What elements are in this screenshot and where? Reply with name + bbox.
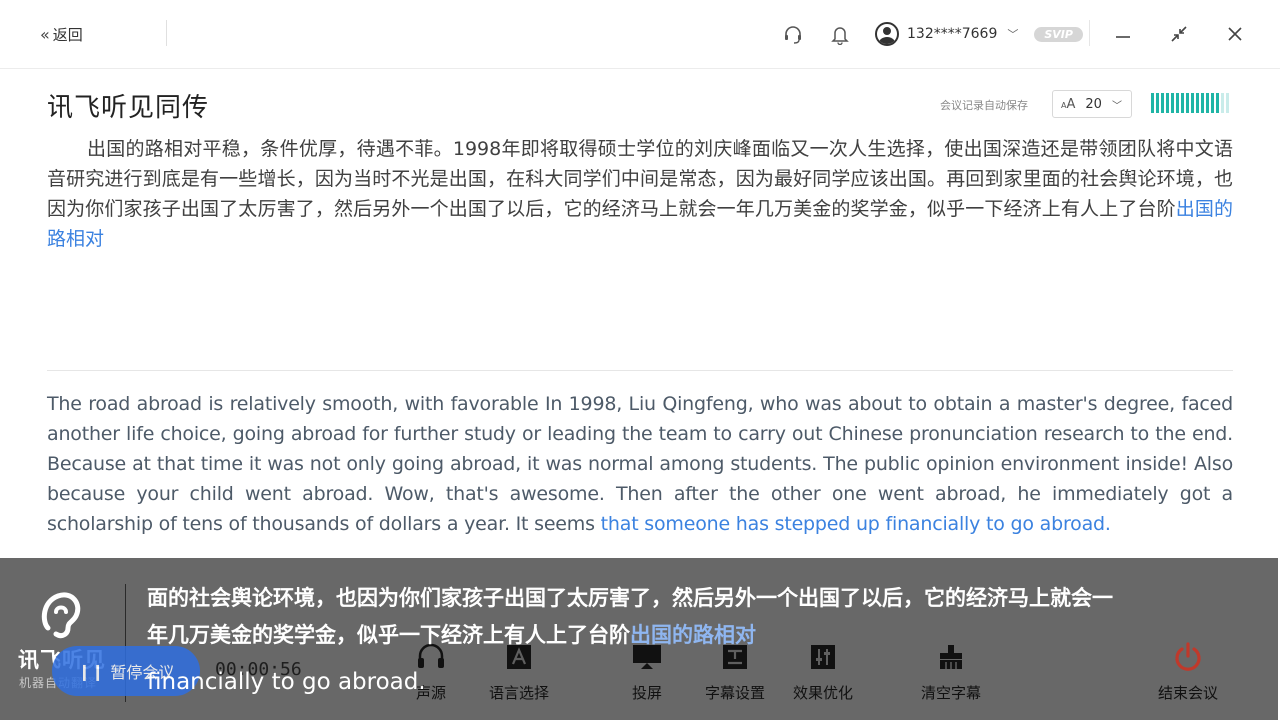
translation-live-text: that someone has stepped up financially … <box>600 513 1111 535</box>
cast-screen-button[interactable]: 投屏 <box>607 640 687 703</box>
level-bar <box>1181 93 1184 113</box>
level-bar <box>1176 93 1179 113</box>
double-chevron-left-icon: « <box>40 24 50 44</box>
font-size-icon: AA <box>1061 96 1076 112</box>
close-icon <box>1228 27 1242 41</box>
subtitle-live-text: 出国的路相对 <box>630 623 756 647</box>
top-bar: « 返回 132****7669 ﹀ SVIP <box>0 0 1280 69</box>
minimize-button[interactable] <box>1111 22 1135 46</box>
autosave-note: 会议记录自动保存 <box>940 99 1028 112</box>
level-bar <box>1201 93 1204 113</box>
level-bar <box>1196 93 1199 113</box>
level-bar <box>1216 93 1219 113</box>
chinese-transcript: 出国的路相对平稳，条件优厚，待遇不菲。1998年即将取得硕士学位的刘庆峰面临又一… <box>47 134 1233 254</box>
level-bar <box>1226 93 1229 113</box>
tool-label: 字幕设置 <box>704 684 765 702</box>
subtitle-line: 面的社会舆论环境，也因为你们家孩子出国了太厉害了，然后另外一个出国了以后，它的经… <box>147 586 1113 610</box>
level-bar <box>1206 93 1209 113</box>
shrink-icon <box>1171 26 1187 42</box>
level-bar <box>1191 93 1194 113</box>
subtitle-english-line: financially to go abroad. <box>147 669 426 695</box>
tool-label: 效果优化 <box>792 684 853 702</box>
restore-button[interactable] <box>1167 22 1191 46</box>
pause-icon: ❙❙ <box>77 661 105 681</box>
chevron-down-icon: ﹀ <box>1111 100 1122 112</box>
tool-label: 结束会议 <box>1157 684 1218 702</box>
back-label: 返回 <box>52 25 83 44</box>
language-select-button[interactable]: 语言选择 <box>479 640 559 703</box>
section-divider <box>47 370 1233 371</box>
back-button[interactable]: « 返回 <box>40 22 83 46</box>
effect-optimize-button[interactable]: 效果优化 <box>783 640 863 703</box>
divider <box>166 20 167 46</box>
ifly-ear-logo-icon <box>41 592 81 639</box>
headset-icon <box>782 24 804 46</box>
divider <box>1089 20 1090 46</box>
close-button[interactable] <box>1223 22 1247 46</box>
level-bar <box>1221 93 1224 113</box>
subtitle-text: 年几万美金的奖学金，似乎一下经济上有人上了台阶 <box>147 623 630 647</box>
subtitle-line: 年几万美金的奖学金，似乎一下经济上有人上了台阶出国的路相对 <box>147 619 756 649</box>
avatar <box>875 22 899 46</box>
page-title: 讯飞听见同传 <box>47 93 210 123</box>
minimize-icon <box>1116 36 1130 38</box>
transcript-text: 出国的路相对平稳，条件优厚，待遇不菲。1998年即将取得硕士学位的刘庆峰面临又一… <box>47 138 1233 220</box>
svip-badge: SVIP <box>1034 26 1083 42</box>
font-size-value: 20 <box>1085 96 1102 112</box>
tool-label: 清空字幕 <box>920 684 981 702</box>
level-bar <box>1211 93 1214 113</box>
level-bar <box>1161 93 1164 113</box>
user-phone: 132****7669 <box>907 26 998 42</box>
english-translation: The road abroad is relatively smooth, wi… <box>47 389 1233 539</box>
power-icon <box>1171 640 1205 674</box>
chevron-down-icon: ﹀ <box>1007 28 1019 41</box>
tuning-sliders-icon <box>806 640 840 674</box>
level-bar <box>1151 93 1154 113</box>
level-bar <box>1156 93 1159 113</box>
tool-label: 投屏 <box>631 684 662 702</box>
font-size-select[interactable]: AA 20 ﹀ <box>1052 90 1132 118</box>
notification-button[interactable] <box>829 22 851 48</box>
level-bar <box>1166 93 1169 113</box>
support-headset-button[interactable] <box>782 22 804 48</box>
audio-level-meter <box>1151 93 1229 113</box>
clear-subtitles-button[interactable]: 清空字幕 <box>911 640 991 703</box>
tool-label: 语言选择 <box>488 684 549 702</box>
clear-brush-icon <box>934 640 968 674</box>
end-meeting-button[interactable]: 结束会议 <box>1148 640 1228 703</box>
user-menu[interactable]: 132****7669 ﹀ SVIP <box>875 21 1083 47</box>
bell-icon <box>829 24 851 46</box>
subtitle-settings-button[interactable]: 字幕设置 <box>695 640 775 703</box>
level-bar <box>1171 93 1174 113</box>
level-bar <box>1186 93 1189 113</box>
